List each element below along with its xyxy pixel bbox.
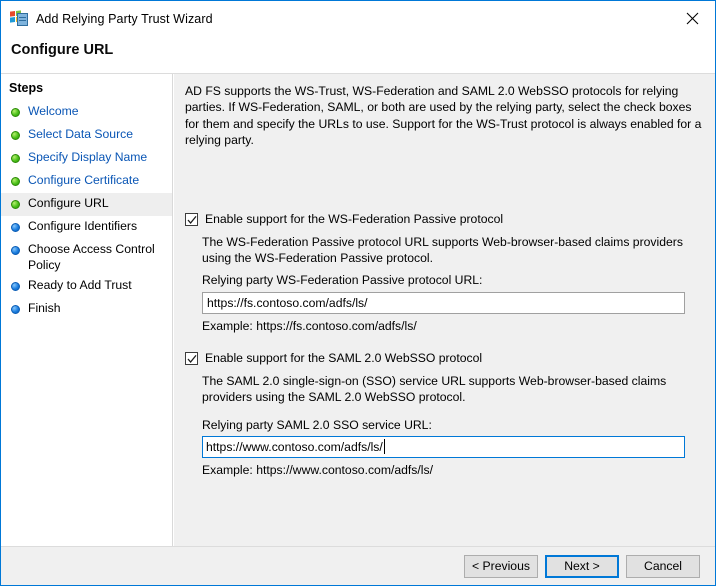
title-bar: Add Relying Party Trust Wizard <box>1 1 715 36</box>
step-status-dot-done <box>11 131 20 140</box>
enable-wsfed-label: Enable support for the WS-Federation Pas… <box>205 212 504 226</box>
step-status-dot-done <box>11 154 20 163</box>
wsfed-description: The WS-Federation Passive protocol URL s… <box>202 235 683 266</box>
sidebar-item-specify-display-name[interactable]: Specify Display Name <box>1 147 172 170</box>
steps-heading: Steps <box>9 81 44 95</box>
previous-button[interactable]: < Previous <box>464 555 538 578</box>
sidebar-item-configure-url[interactable]: Configure URL <box>1 193 172 216</box>
text-caret <box>383 439 385 454</box>
wsfed-url-input[interactable] <box>202 292 685 314</box>
step-label: Configure Certificate <box>28 173 140 187</box>
intro-text: AD FS supports the WS-Trust, WS-Federati… <box>185 84 702 147</box>
step-label: Welcome <box>28 104 79 118</box>
saml-url-input[interactable] <box>202 436 685 458</box>
checkbox-checked-icon[interactable] <box>185 212 198 226</box>
step-label: Configure Identifiers <box>28 219 138 233</box>
step-label: Select Data Source <box>28 127 134 141</box>
page-title: Configure URL <box>11 42 114 58</box>
wsfed-url-label: Relying party WS-Federation Passive prot… <box>202 273 483 287</box>
steps-list: Welcome Select Data Source Specify Displ… <box>1 101 172 321</box>
checkbox-checked-icon[interactable] <box>185 351 198 365</box>
wizard-body: Steps Welcome Select Data Source Specify… <box>1 74 715 546</box>
content-pane: AD FS supports the WS-Trust, WS-Federati… <box>174 74 715 546</box>
step-status-dot-pending <box>11 223 20 232</box>
sidebar-item-choose-access-control-policy[interactable]: Choose Access Control Policy <box>1 239 172 275</box>
saml-url-example: Example: https://www.contoso.com/adfs/ls… <box>202 463 433 477</box>
saml-url-label: Relying party SAML 2.0 SSO service URL: <box>202 418 432 432</box>
enable-saml-label: Enable support for the SAML 2.0 WebSSO p… <box>205 351 483 365</box>
sidebar-item-configure-identifiers[interactable]: Configure Identifiers <box>1 216 172 239</box>
steps-sidebar: Steps Welcome Select Data Source Specify… <box>1 74 173 546</box>
wsfed-url-example: Example: https://fs.contoso.com/adfs/ls/ <box>202 319 417 333</box>
wizard-window: Add Relying Party Trust Wizard Configure… <box>0 0 716 586</box>
step-status-dot-pending <box>11 246 20 255</box>
enable-saml-checkbox-row[interactable]: Enable support for the SAML 2.0 WebSSO p… <box>185 351 482 365</box>
sidebar-item-ready-to-add-trust[interactable]: Ready to Add Trust <box>1 275 172 298</box>
sidebar-item-select-data-source[interactable]: Select Data Source <box>1 124 172 147</box>
enable-wsfed-checkbox-row[interactable]: Enable support for the WS-Federation Pas… <box>185 212 503 226</box>
window-title: Add Relying Party Trust Wizard <box>36 11 213 26</box>
sidebar-item-finish[interactable]: Finish <box>1 298 172 321</box>
page-header: Configure URL <box>1 36 715 74</box>
sidebar-item-welcome[interactable]: Welcome <box>1 101 172 124</box>
step-status-dot-done <box>11 200 20 209</box>
step-status-dot-done <box>11 177 20 186</box>
step-label: Choose Access Control Policy <box>28 242 155 272</box>
step-status-dot-pending <box>11 282 20 291</box>
step-label: Specify Display Name <box>28 150 148 164</box>
step-label: Ready to Add Trust <box>28 278 132 292</box>
adfs-wizard-icon <box>10 9 28 28</box>
step-status-dot-pending <box>11 305 20 314</box>
close-icon[interactable] <box>669 1 715 35</box>
saml-description: The SAML 2.0 single-sign-on (SSO) servic… <box>202 374 667 405</box>
step-status-dot-done <box>11 108 20 117</box>
next-button[interactable]: Next > <box>545 555 619 578</box>
footer-bar: < Previous Next > Cancel <box>1 546 715 585</box>
step-label: Finish <box>28 301 61 315</box>
sidebar-item-configure-certificate[interactable]: Configure Certificate <box>1 170 172 193</box>
step-label: Configure URL <box>28 196 109 210</box>
cancel-button[interactable]: Cancel <box>626 555 700 578</box>
